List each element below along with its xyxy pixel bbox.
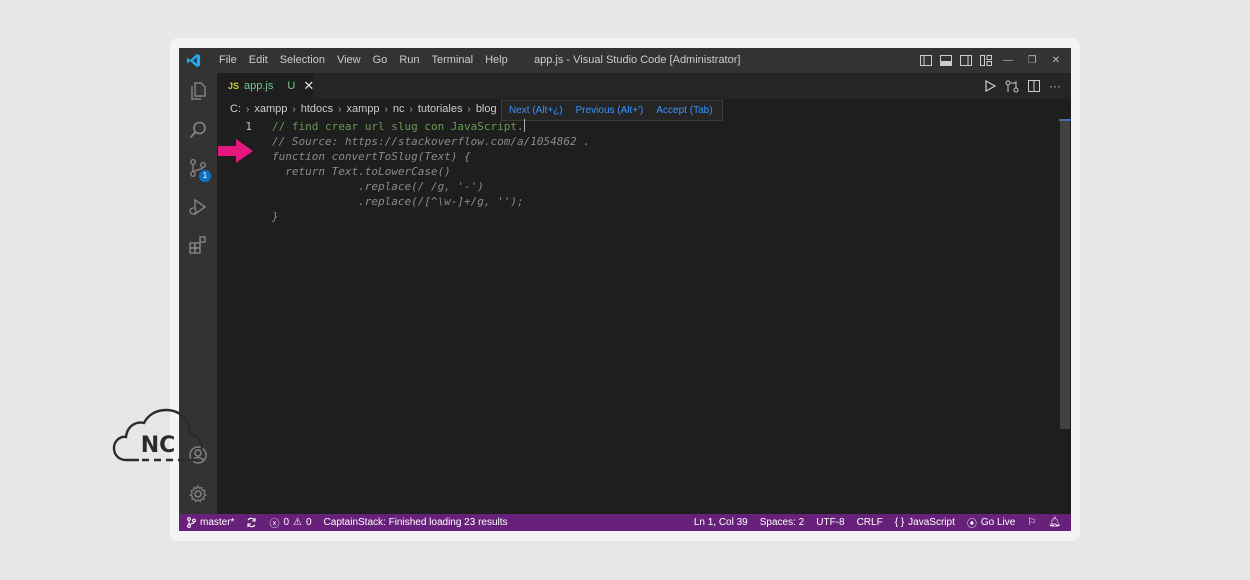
go-live-label: Go Live <box>980 517 1016 528</box>
git-branch-icon <box>187 517 196 528</box>
language-label: JavaScript <box>908 517 955 528</box>
code-comment: // find crear url slug con JavaScript. <box>272 120 524 133</box>
more-actions-icon[interactable]: ··· <box>1049 79 1061 93</box>
sync-icon[interactable] <box>246 517 257 528</box>
toggle-secondary-sidebar-icon[interactable] <box>959 54 973 68</box>
error-icon: ⓧ <box>269 519 280 530</box>
braces-icon: { } <box>894 517 905 528</box>
menu-selection[interactable]: Selection <box>274 48 331 73</box>
inline-suggestion-toolbar: Next (Alt+¿) Previous (Alt+') Accept (Ta… <box>501 100 723 121</box>
line-number: 1 <box>245 120 252 133</box>
branch-name: master* <box>200 517 235 528</box>
untracked-indicator: U <box>287 80 296 92</box>
vertical-scrollbar[interactable] <box>1059 119 1071 514</box>
menu-run[interactable]: Run <box>393 48 425 73</box>
menu-edit[interactable]: Edit <box>243 48 274 73</box>
toggle-sidebar-icon[interactable] <box>919 54 933 68</box>
cursor-position-marker <box>1059 119 1071 121</box>
status-bar: master* ⓧ 0 ⚠ 0 CaptainStack: Finished loa… <box>179 514 1071 531</box>
status-message[interactable]: CaptainStack: Finished loading 23 result… <box>324 517 508 528</box>
editor-actions: ··· <box>984 73 1061 99</box>
split-editor-icon[interactable] <box>1028 80 1040 92</box>
window-title: app.js - Visual Studio Code [Administrat… <box>534 54 741 66</box>
settings-gear-icon[interactable] <box>188 484 208 504</box>
ghost-suggestion-line: // Source: https://stackoverflow.com/a/1… <box>272 135 590 148</box>
chevron-right-icon: › <box>384 103 388 115</box>
menu-help[interactable]: Help <box>479 48 514 73</box>
scrollbar-thumb[interactable] <box>1060 119 1070 429</box>
open-changes-icon[interactable] <box>1005 80 1019 93</box>
source-control-badge: 1 <box>199 170 211 182</box>
breadcrumb-item[interactable]: tutoriales <box>418 103 463 115</box>
chevron-right-icon: › <box>409 103 413 115</box>
breadcrumb-item[interactable]: htdocs <box>301 103 333 115</box>
problems-indicator[interactable]: ⓧ 0 ⚠ 0 <box>269 515 311 530</box>
end-of-line[interactable]: CRLF <box>857 517 883 528</box>
vscode-logo-icon <box>186 53 201 68</box>
nc-cloud-logo: NC <box>112 408 204 462</box>
broadcast-icon: ⦿ <box>966 519 977 530</box>
logo-text: NC <box>141 433 176 458</box>
ghost-suggestion-line: return Text.toLowerCase() <box>272 165 451 178</box>
ghost-suggestion-line: .replace(/ /g, '-') <box>272 180 484 193</box>
breadcrumb-item[interactable]: C: <box>230 103 241 115</box>
code-line: 1 // find crear url slug con JavaScript. <box>217 119 1047 134</box>
warning-count: 0 <box>305 517 312 528</box>
extensions-icon[interactable] <box>188 235 208 255</box>
close-window-icon[interactable]: ✕ <box>1047 55 1065 66</box>
feedback-icon[interactable]: ⚐ <box>1027 517 1036 528</box>
text-cursor <box>523 119 525 132</box>
javascript-file-icon: JS <box>228 81 240 91</box>
toggle-panel-icon[interactable] <box>939 54 953 68</box>
pointer-arrow-icon <box>218 139 253 163</box>
minimize-icon[interactable]: — <box>999 55 1017 66</box>
menu-go[interactable]: Go <box>367 48 394 73</box>
menu-file[interactable]: File <box>213 48 243 73</box>
title-bar-controls: — ❐ ✕ <box>919 48 1065 73</box>
restore-icon[interactable]: ❐ <box>1023 55 1041 66</box>
menu-bar: File Edit Selection View Go Run Terminal… <box>213 48 514 73</box>
ghost-suggestion-line: .replace(/[^\w-]+/g, ''); <box>272 195 524 208</box>
branch-indicator[interactable]: master* <box>187 517 234 528</box>
go-live-button[interactable]: ⦿ Go Live <box>967 515 1015 530</box>
breadcrumb-item[interactable]: xampp <box>346 103 379 115</box>
menu-view[interactable]: View <box>331 48 367 73</box>
chevron-right-icon: › <box>467 103 471 115</box>
menu-terminal[interactable]: Terminal <box>426 48 480 73</box>
search-icon[interactable] <box>188 120 208 140</box>
chevron-right-icon: › <box>292 103 296 115</box>
warning-icon: ⚠ <box>293 517 302 528</box>
tab-label: app.js <box>244 80 274 92</box>
title-bar: File Edit Selection View Go Run Terminal… <box>179 48 1071 73</box>
explorer-icon[interactable] <box>188 81 208 101</box>
next-suggestion-button[interactable]: Next (Alt+¿) <box>509 105 563 116</box>
encoding[interactable]: UTF-8 <box>816 517 844 528</box>
tab-app-js[interactable]: JS app.js U ✕ <box>217 73 314 99</box>
cursor-position[interactable]: Ln 1, Col 39 <box>694 517 748 528</box>
vscode-window: File Edit Selection View Go Run Terminal… <box>179 48 1071 531</box>
ghost-suggestion-line: } <box>272 210 279 223</box>
run-debug-icon[interactable] <box>188 197 208 217</box>
accept-suggestion-button[interactable]: Accept (Tab) <box>656 105 712 116</box>
breadcrumb-item[interactable]: nc <box>393 103 405 115</box>
run-file-icon[interactable] <box>984 80 996 92</box>
breadcrumb-item[interactable]: xampp <box>254 103 287 115</box>
previous-suggestion-button[interactable]: Previous (Alt+') <box>576 105 644 116</box>
chevron-right-icon: › <box>338 103 342 115</box>
error-count: 0 <box>283 517 290 528</box>
ghost-suggestion-line: function convertToSlug(Text) { <box>272 150 471 163</box>
language-mode[interactable]: { } JavaScript <box>895 517 955 528</box>
customize-layout-icon[interactable] <box>979 54 993 68</box>
close-tab-icon[interactable]: ✕ <box>303 78 314 94</box>
indentation[interactable]: Spaces: 2 <box>760 517 804 528</box>
notifications-bell-icon[interactable]: 🔔︎ <box>1048 517 1061 528</box>
chevron-right-icon: › <box>246 103 250 115</box>
breadcrumb-item[interactable]: blog <box>476 103 497 115</box>
tab-bar: JS app.js U ✕ ··· <box>217 73 1071 99</box>
